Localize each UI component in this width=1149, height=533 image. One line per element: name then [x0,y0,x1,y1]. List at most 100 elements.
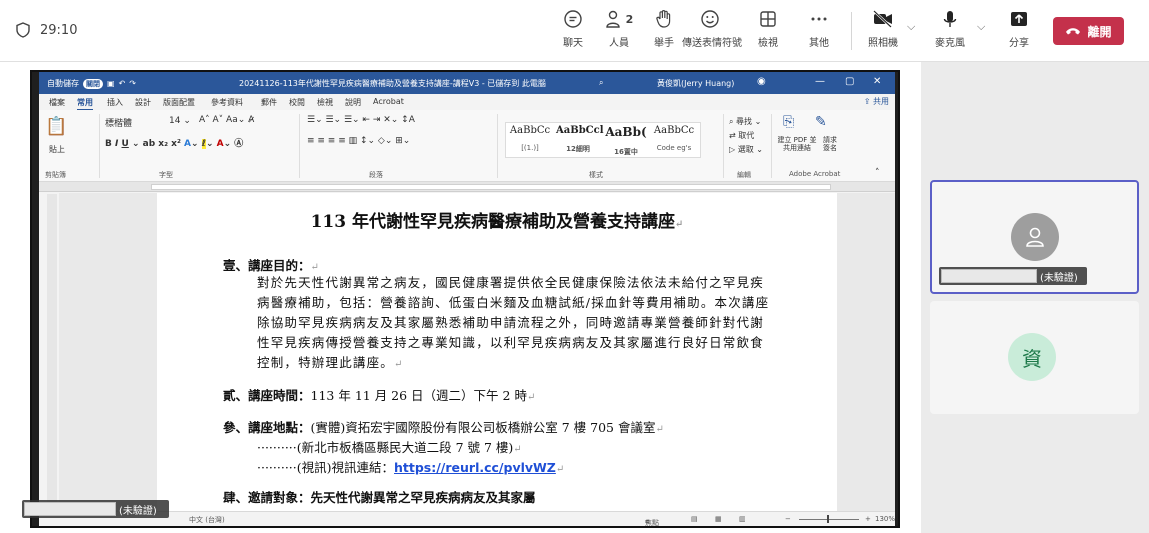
font-size-select[interactable]: 14 ⌄ [169,116,191,126]
restore-icon[interactable]: ▢ [845,76,854,87]
ribbon-separator [99,114,100,178]
camera-chevron-down-icon[interactable]: ⌵ [907,20,915,34]
autosave-toggle[interactable]: 自動儲存 關閉 ▣ ↶ ↷ [47,78,136,89]
styles-group-label: 樣式 [589,171,603,179]
menu-insert[interactable]: 插入 [107,97,123,108]
paste-icon[interactable]: 📋 [45,116,67,137]
microphone-icon [943,11,957,27]
font-group-label: 字型 [159,171,173,179]
close-icon[interactable]: ✕ [873,76,881,87]
style-item[interactable]: AaBbCc [(1.)] [508,125,552,152]
presenter-name-tag: (未驗證) [22,500,169,518]
replace-icon: ⇄ [729,131,736,140]
font-size-value: 14 [169,116,181,126]
mic-button[interactable]: 麥克風 [926,6,974,49]
find-button[interactable]: ⌕ 尋找 ⌄ [729,116,761,127]
word-user-name: 黃俊凱(Jerry Huang) [657,79,735,88]
share-button[interactable]: 分享 [995,6,1043,49]
undo-icon[interactable]: ↶ [119,79,126,88]
word-search-icon[interactable]: ⌕ [599,78,603,88]
zoom-slider[interactable] [799,519,859,520]
create-pdf-label[interactable]: 建立 PDF 並共用連結 [777,136,817,152]
menu-acrobat[interactable]: Acrobat [373,97,404,106]
adobe-group-label: Adobe Acrobat [789,170,841,178]
zoom-out-icon[interactable]: − [785,515,791,523]
language-indicator[interactable]: 中文 (台灣) [189,515,225,525]
menu-home[interactable]: 常用 [77,97,93,111]
paragraph-mark-icon: ↵ [513,444,522,455]
avatar-initial: 資 [1022,346,1042,371]
alignment-buttons[interactable]: ≡ ≡ ≡ ≡ ▥ ↕⌄ ◇⌄ ⊞⌄ [307,136,410,146]
web-layout-icon[interactable]: ▥ [739,515,746,523]
ribbon-separator [723,114,724,178]
paragraph-mark-icon: ↵ [394,359,404,370]
menu-layout[interactable]: 版面配置 [163,97,195,108]
zoom-level[interactable]: 130% [875,515,895,523]
print-layout-icon[interactable]: ▦ [715,515,722,523]
participant-tile[interactable]: 資 [930,301,1139,414]
chat-button[interactable]: 聊天 [549,6,597,49]
grid-view-icon [760,11,776,27]
editing-group-label: 編輯 [737,171,751,179]
word-share-button[interactable]: ⇪ 共用 [864,96,889,107]
save-icon[interactable]: ▣ [107,79,115,88]
section-3: 參、講座地點：(實體)資拓宏宇國際股份有限公司板橋辦公室 7 樓 705 會議室… [223,417,664,436]
word-menubar: 檔案 常用 插入 設計 版面配置 參考資料 郵件 校閱 檢視 說明 Acroba… [39,94,895,111]
participant-tile-active[interactable]: (未驗證) [930,180,1139,294]
camera-button[interactable]: 照相機 [859,6,907,49]
menu-view[interactable]: 檢視 [317,97,333,108]
menu-help[interactable]: 說明 [345,97,361,108]
redo-icon[interactable]: ↷ [129,79,136,88]
font-grow-shrink-icons[interactable]: A˄ A˅ Aa⌄ A̷ [199,115,254,125]
find-icon: ⌕ [729,117,734,126]
collapse-ribbon-icon[interactable]: ˄ [875,168,880,178]
ribbon: 📋 貼上 剪貼簿 標楷體 14 ⌄ A˄ A˅ Aa⌄ A̷ B I U ⌄ a… [39,110,895,182]
style-item[interactable]: AaBbCcl 12細明 [556,125,604,154]
section-3-body: (實體)資拓宏宇國際股份有限公司板橋辦公室 7 樓 705 會議室 [310,420,656,435]
user-avatar[interactable]: ◉ [757,76,766,87]
reactions-button[interactable]: 傳送表情符號 [682,6,742,49]
mic-chevron-down-icon[interactable]: ⌵ [977,20,985,34]
presenter-verification: (未驗證) [119,505,157,517]
menu-mailings[interactable]: 郵件 [261,97,277,108]
document-page[interactable]: 113 年代謝性罕見疾病醫療補助及營養支持講座↵ 壹、講座目的：↵ 對於先天性代… [157,193,837,511]
font-name-select[interactable]: 標楷體 [105,116,132,129]
chat-label: 聊天 [563,38,583,49]
request-sign-label[interactable]: 請求 簽名 [821,136,839,152]
list-buttons[interactable]: ☰⌄ ☰⌄ ☰⌄ ⇤ ⇥ ✕⌄ ↕A [307,115,415,125]
request-sign-icon[interactable]: ✎ [815,114,827,130]
style-caption: 16置中 [614,148,638,156]
meeting-link[interactable]: https://reurl.cc/pvlvWZ [394,460,556,475]
style-item[interactable]: AaBbCc Code eg's [652,125,696,152]
section-1-body-text: 對於先天性代謝異常之病友，國民健康署提供依全民健康保險法依法未給付之罕見疾病醫療… [257,275,770,370]
ribbon-separator [299,114,300,178]
style-item[interactable]: AaBb( 16置中 [604,125,648,157]
person-icon [1026,227,1044,247]
menu-file[interactable]: 檔案 [49,97,65,108]
ribbon-separator [497,114,498,178]
font-format-buttons[interactable]: B I U ⌄ ab x₂ x² A⌄ ℓ⌄ A⌄ Ⓐ [105,136,243,149]
section-3-online-text: ··········(視訊)視訊連結： [257,460,394,475]
document-area[interactable]: 113 年代謝性罕見疾病醫療補助及營養支持講座↵ 壹、講座目的：↵ 對於先天性代… [59,193,895,511]
replace-button[interactable]: ⇄ 取代 [729,130,754,141]
styles-gallery[interactable]: AaBbCc [(1.)] AaBbCcl 12細明 AaBb( 16置中 AaBbC… [505,122,701,158]
menu-design[interactable]: 設計 [135,97,151,108]
read-mode-icon[interactable]: ▤ [691,515,698,523]
create-pdf-icon[interactable]: ⎘ [783,114,794,130]
menu-references[interactable]: 參考資料 [211,97,243,108]
leave-button[interactable]: 離開 [1053,17,1124,45]
paste-label[interactable]: 貼上 [49,144,65,155]
more-button[interactable]: 其他 [795,6,843,49]
view-button[interactable]: 檢視 [744,6,792,49]
people-button[interactable]: 2 人員 [595,6,643,49]
section-1-heading: 壹、講座目的：↵ [223,255,319,274]
style-sample: AaBb( [605,125,647,139]
paragraph-group-label: 段落 [369,171,383,179]
zoom-in-icon[interactable]: + [865,515,871,523]
minimize-icon[interactable]: — [815,76,825,87]
select-button[interactable]: ▷ 選取 ⌄ [729,144,763,155]
ruler-text-area [151,184,831,190]
menu-review[interactable]: 校閱 [289,97,305,108]
raise-hand-button[interactable]: 舉手 [640,6,688,49]
zoom-slider-thumb[interactable] [827,515,829,523]
